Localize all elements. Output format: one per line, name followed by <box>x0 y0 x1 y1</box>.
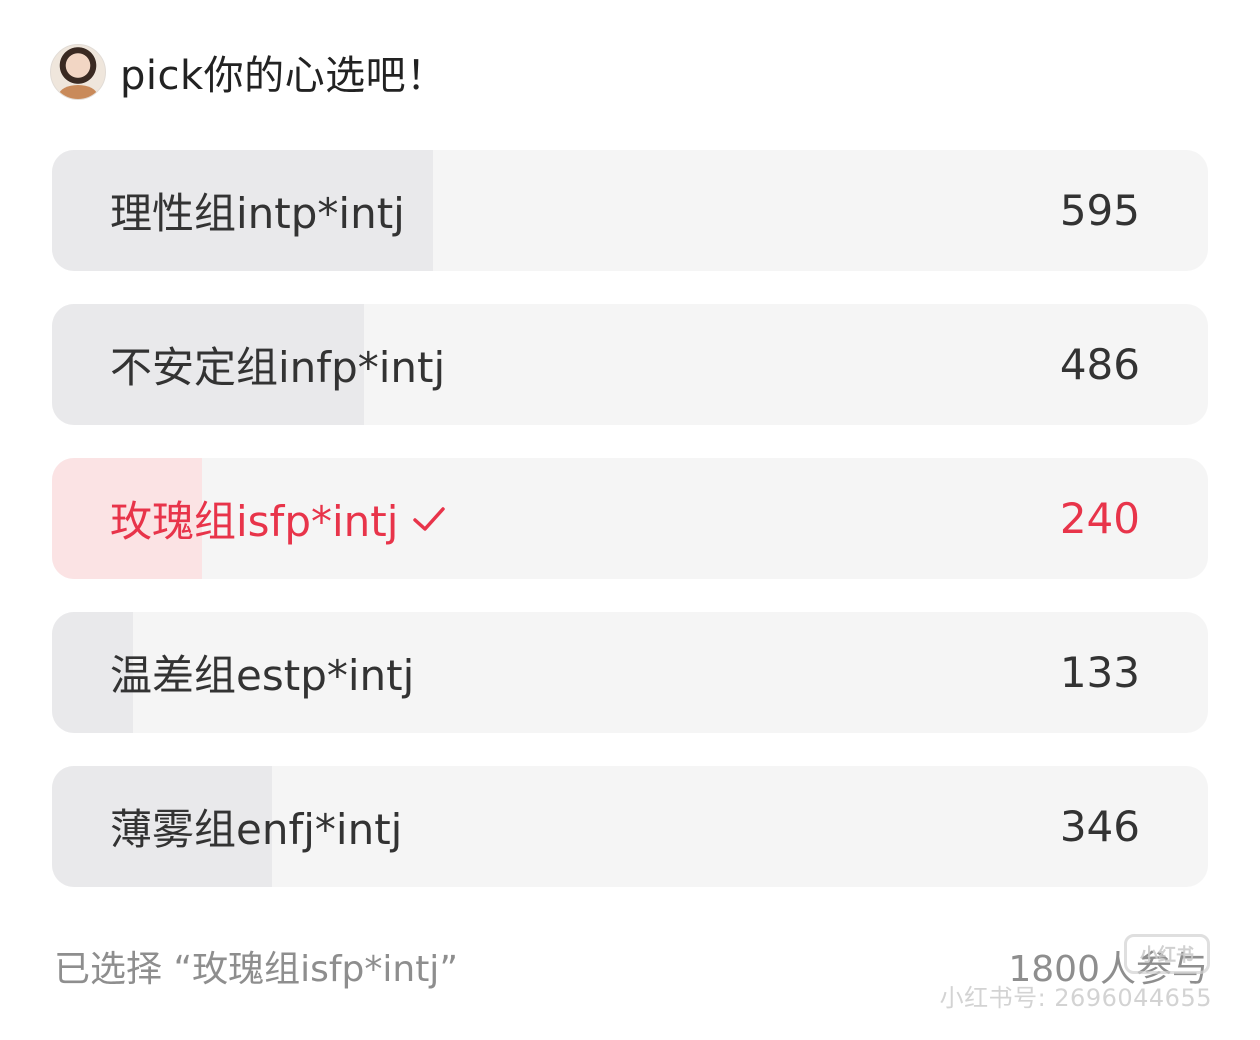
poll-option[interactable]: 不安定组infp*intj 486 <box>52 304 1208 425</box>
poll-option-label: 理性组intp*intj <box>110 150 405 271</box>
poll-option-count: 486 <box>1059 340 1140 389</box>
poll-option-label: 玫瑰组isfp*intj <box>110 458 446 579</box>
poll-header: pick你的心选吧！ <box>50 44 447 100</box>
poll-option-text: 不安定组infp*intj <box>110 343 446 392</box>
poll-option-text: 理性组intp*intj <box>110 189 405 238</box>
poll-options: 理性组intp*intj 595 不安定组infp*intj 486 玫瑰组is… <box>52 150 1208 920</box>
poll-option-text: 薄雾组enfj*intj <box>110 805 403 854</box>
poll-option-text: 玫瑰组isfp*intj <box>110 497 399 546</box>
poll-option-count: 346 <box>1059 802 1140 851</box>
poll-option[interactable]: 理性组intp*intj 595 <box>52 150 1208 271</box>
selected-option-text: 已选择 “玫瑰组isfp*intj” <box>54 949 458 990</box>
poll-title: pick你的心选吧！ <box>120 53 447 99</box>
watermark-id: 小红书号: 2696044655 <box>939 984 1212 1012</box>
poll-option-text: 温差组estp*intj <box>110 651 415 700</box>
poll-option-label: 薄雾组enfj*intj <box>110 766 402 887</box>
watermark-logo: 小红书 <box>1124 934 1210 974</box>
poll-option-count: 595 <box>1059 186 1140 235</box>
poll-option-label: 不安定组infp*intj <box>110 304 445 425</box>
user-avatar[interactable] <box>50 44 106 100</box>
poll-option-label: 温差组estp*intj <box>110 612 414 733</box>
avatar-figure <box>59 85 97 99</box>
poll-option[interactable]: 温差组estp*intj 133 <box>52 612 1208 733</box>
poll-option-count: 240 <box>1059 494 1140 543</box>
poll-option-count: 133 <box>1059 648 1140 697</box>
poll-option-selected[interactable]: 玫瑰组isfp*intj 240 <box>52 458 1208 579</box>
poll-option[interactable]: 薄雾组enfj*intj 346 <box>52 766 1208 887</box>
checkmark-icon <box>413 506 446 531</box>
